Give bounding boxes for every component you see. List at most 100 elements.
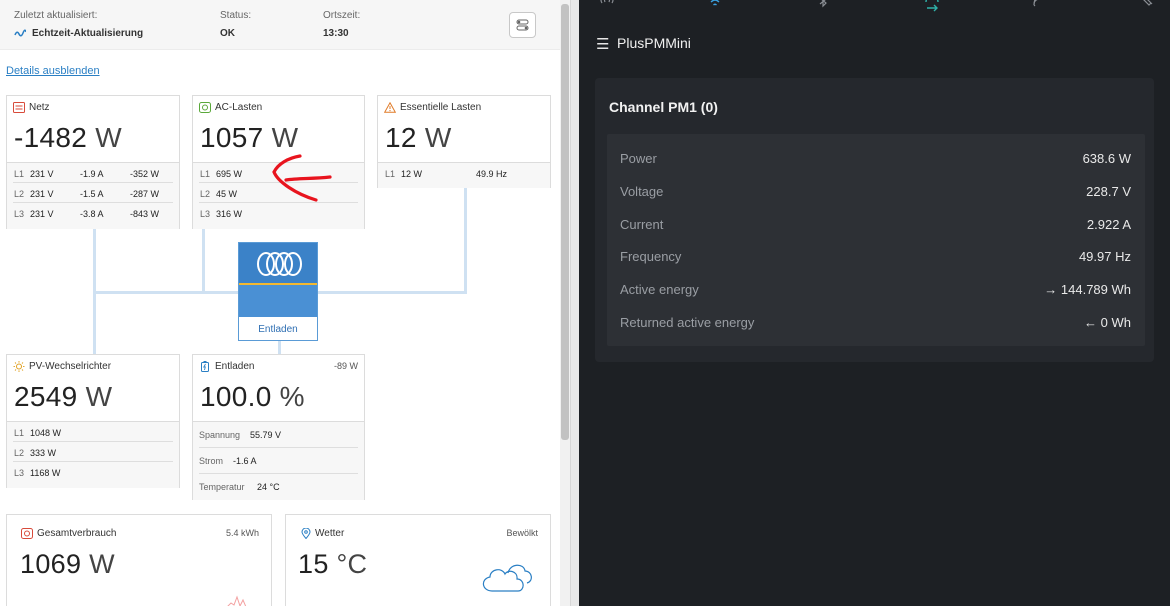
measurement-value: 2.922 A xyxy=(1086,217,1131,232)
measurement-value: 228.7 V xyxy=(1086,184,1131,199)
measurement-label: Active energy xyxy=(620,282,699,297)
table-row: Temperatur 24 °C xyxy=(199,482,280,492)
essential-loads-rows: L1 12 W 49.9 Hz xyxy=(378,162,550,188)
battery-title: Entladen xyxy=(215,361,255,372)
status-label: Status: xyxy=(220,10,252,21)
sync-icon[interactable] xyxy=(923,0,941,16)
hamburger-icon[interactable]: ☰ xyxy=(596,35,609,53)
measurement-row: Current 2.922 A xyxy=(607,208,1145,241)
inverter-block[interactable]: Entladen xyxy=(238,242,318,341)
grid-phase-rows: L1 231 V -1.9 A -352 W L2 231 V -1.5 A -287 W … xyxy=(7,162,179,229)
annotation-arrow xyxy=(272,154,332,202)
table-row: L2 333 W xyxy=(13,442,173,462)
measurement-label: Returned active energy xyxy=(620,315,755,330)
table-row: Strom -1.6 A xyxy=(199,448,358,474)
hide-details-link[interactable]: Details ausblenden xyxy=(6,65,100,77)
channel-title: Channel PM1 (0) xyxy=(609,99,718,115)
consumption-value: 1069 W xyxy=(20,549,115,579)
sun-icon xyxy=(13,361,25,372)
measurement-label: Frequency xyxy=(620,249,682,264)
ac-loads-title: AC-Lasten xyxy=(215,102,263,113)
grid-value: -1482 W xyxy=(14,122,122,153)
table-row: L3 1168 W xyxy=(14,468,61,478)
inverter-logo-area xyxy=(239,243,317,283)
app-title: PlusPMMini xyxy=(617,35,691,51)
pv-inverter-card[interactable]: PV-Wechselrichter 2549 W L1 1048 W L2 333 … xyxy=(6,354,180,488)
weather-temp: 15 °C xyxy=(298,549,368,579)
last-updated-value: Echtzeit-Aktualisierung xyxy=(32,28,144,39)
battery-icon xyxy=(201,361,209,372)
flow-line xyxy=(318,291,467,294)
status-value: OK xyxy=(220,28,235,39)
warning-icon xyxy=(384,102,396,113)
table-row: L2 231 V -1.5 A -287 W xyxy=(13,183,173,203)
local-time-label: Ortszeit: xyxy=(323,10,361,21)
consumption-energy: 5.4 kWh xyxy=(225,528,259,538)
grid-title: Netz xyxy=(29,102,50,113)
local-time-value: 13:30 xyxy=(323,28,349,39)
table-row: L3 231 V -3.8 A -843 W xyxy=(14,209,160,219)
pane-divider[interactable] xyxy=(570,0,579,606)
essential-loads-card[interactable]: Essentielle Lasten 12 W L1 12 W 49.9 Hz xyxy=(377,95,551,188)
measurement-label: Power xyxy=(620,151,657,166)
settings-toggle-icon xyxy=(516,19,529,31)
measurement-label: Current xyxy=(620,217,664,232)
measurement-row: Power 638.6 W xyxy=(607,142,1145,175)
battery-power: -89 W xyxy=(333,361,358,371)
flow-line xyxy=(93,291,238,294)
scrollbar-thumb[interactable] xyxy=(561,4,569,440)
table-row: L1 231 V -1.9 A -352 W xyxy=(13,163,173,183)
pv-value: 2549 W xyxy=(14,381,113,412)
pv-title: PV-Wechselrichter xyxy=(29,361,112,372)
measurement-label: Voltage xyxy=(620,184,664,199)
channel-measurements: Power 638.6 W Voltage 228.7 V Current 2.… xyxy=(607,134,1145,346)
bluetooth-icon xyxy=(819,0,827,8)
measurement-row: Active energy → 144.789 Wh xyxy=(607,273,1145,306)
measurement-value: → 144.789 Wh xyxy=(1044,282,1131,297)
total-consumption-card[interactable]: Gesamtverbrauch 5.4 kWh 1069 W xyxy=(6,514,272,606)
pluspmmini-panel: ☰ PlusPMMini Channel PM1 (0) Power 638.6… xyxy=(579,0,1170,606)
battery-details: Spannung 55.79 V Strom -1.6 A Temperatur 24… xyxy=(193,421,364,500)
flow-line xyxy=(464,188,467,294)
settings-toggle-button[interactable] xyxy=(509,12,536,38)
consumption-sparkline xyxy=(227,595,247,606)
last-updated-label: Zuletzt aktualisiert: xyxy=(14,10,98,21)
consumption-icon xyxy=(21,528,33,539)
rss-icon xyxy=(1033,0,1038,7)
victron-dashboard: Zuletzt aktualisiert: Echtzeit-Aktualisi… xyxy=(0,0,560,606)
measurement-row: Voltage 228.7 V xyxy=(607,175,1145,208)
measurement-row: Returned active energy ← 0 Wh xyxy=(607,306,1145,339)
pv-phase-rows: L1 1048 W L2 333 W L3 1168 W xyxy=(7,421,179,488)
status-header: Zuletzt aktualisiert: Echtzeit-Aktualisi… xyxy=(0,0,560,50)
channel-card: Channel PM1 (0) Power 638.6 W Voltage 22… xyxy=(595,78,1154,362)
weather-card[interactable]: Wetter Bewölkt 15 °C xyxy=(285,514,551,606)
flow-line xyxy=(202,228,205,292)
measurement-value: ← 0 Wh xyxy=(1084,315,1131,330)
table-row: L3 316 W xyxy=(200,209,243,219)
grid-card[interactable]: Netz -1482 W L1 231 V -1.9 A -352 W L2 231 V… xyxy=(6,95,180,229)
table-row: L1 12 W 49.9 Hz xyxy=(385,169,508,179)
measurement-row: Frequency 49.97 Hz xyxy=(607,240,1145,273)
location-icon xyxy=(301,528,311,539)
essential-loads-value: 12 W xyxy=(385,122,452,153)
victron-logo-icon xyxy=(257,252,302,276)
cloud-icon xyxy=(482,564,532,592)
grid-icon xyxy=(13,102,25,113)
measurement-value: 49.97 Hz xyxy=(1078,249,1131,264)
plug-icon xyxy=(199,102,211,113)
weather-title: Wetter xyxy=(315,528,345,539)
tool-icon xyxy=(1143,0,1153,6)
wave-icon xyxy=(14,29,26,37)
essential-loads-title: Essentielle Lasten xyxy=(400,102,482,113)
flow-line xyxy=(278,340,281,354)
inverter-body xyxy=(239,285,317,317)
weather-condition: Bewölkt xyxy=(506,528,538,538)
measurement-value: 638.6 W xyxy=(1082,151,1131,166)
antenna-icon xyxy=(600,0,614,4)
battery-card[interactable]: Entladen -89 W 100.0 % Spannung 55.79 V S… xyxy=(192,354,365,500)
battery-soc: 100.0 % xyxy=(200,381,305,412)
table-row: Spannung 55.79 V xyxy=(199,422,358,448)
consumption-title: Gesamtverbrauch xyxy=(37,528,117,539)
table-row: L1 1048 W xyxy=(13,422,173,442)
wifi-icon xyxy=(710,0,720,6)
